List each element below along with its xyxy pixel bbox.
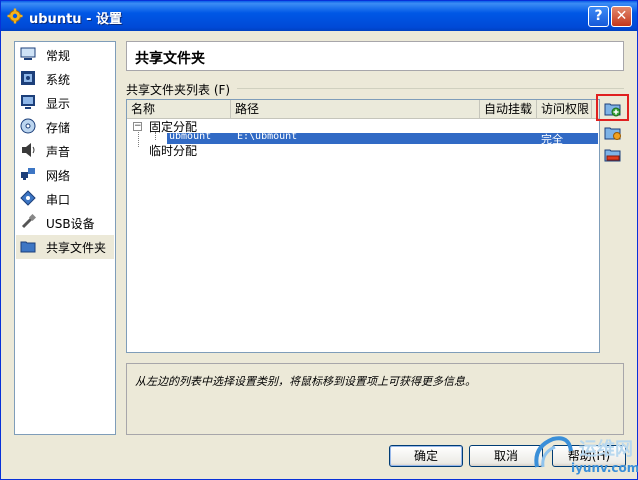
watermark: 运维网 iyunv.com [531,433,638,479]
sidebar-item-audio[interactable]: 声音 [16,139,114,163]
tree-connector [138,132,139,147]
sidebar-item-system[interactable]: 系统 [16,67,114,91]
title-close-button[interactable]: ✕ [611,6,632,27]
column-header-path[interactable]: 路径 [231,100,480,118]
shared-folder-icon [20,241,36,253]
system-icon [21,71,35,85]
sidebar-item-serial-port[interactable]: 串口 [16,187,114,211]
column-header-auto-mount[interactable]: 自动挂载 [480,100,537,118]
shared-folder-list-label: 共享文件夹列表 (F) [126,83,231,97]
group-divider [237,88,624,89]
info-text: 从左边的列表中选择设置类别，将鼠标移到设置项上可获得更多信息。 [135,375,476,388]
gear-icon [7,8,23,24]
add-shared-folder-icon[interactable] [604,101,622,117]
table-row[interactable] [167,133,598,144]
audio-icon [22,143,35,157]
info-panel: 从左边的列表中选择设置类别，将鼠标移到设置项上可获得更多信息。 [126,363,624,435]
title-help-button[interactable]: ? [588,6,609,27]
row-name: ubmount [169,131,212,142]
sidebar-item-network[interactable]: 网络 [16,163,114,187]
watermark-text: 运维网 [579,439,633,460]
remove-shared-folder-icon[interactable] [604,147,622,163]
page-title: 共享文件夹 [135,51,205,67]
row-access: 完全 [541,133,563,146]
watermark-logo-icon [534,436,573,468]
settings-window: ubuntu - 设置 ? ✕ 常规 系统 显示 存储 声音 网络 串口 USB… [0,0,638,480]
column-header-name[interactable]: 名称 [127,100,231,118]
serial-port-icon [20,190,36,206]
sidebar-item-display[interactable]: 显示 [16,91,114,115]
row-path: E:\ubmount [237,131,298,142]
sidebar-item-shared-folders[interactable]: 共享文件夹 [16,235,114,259]
group-temporary[interactable]: 临时分配 [149,142,197,159]
tree-expander[interactable]: − [133,122,142,131]
sidebar-item-general[interactable]: 常规 [16,43,114,67]
column-header-access[interactable]: 访问权限 [537,100,592,118]
general-icon [20,47,36,60]
usb-icon [21,214,36,229]
sidebar-item-storage[interactable]: 存储 [16,115,114,139]
page-header: 共享文件夹 [126,41,624,71]
edit-shared-folder-icon[interactable] [604,125,622,141]
storage-icon [20,118,36,134]
window-title: ubuntu - 设置 [29,12,122,27]
display-icon [21,95,35,109]
title-bar[interactable]: ubuntu - 设置 ? ✕ [1,1,637,31]
tree-header: 名称 路径 自动挂载 访问权限 [127,100,599,119]
ok-button[interactable]: 确定 [389,445,463,467]
watermark-domain: iyunv.com [571,461,638,475]
network-icon [21,168,35,180]
settings-category-list: 常规 系统 显示 存储 声音 网络 串口 USB设备 共享文件夹 [14,41,116,435]
sidebar-item-usb[interactable]: USB设备 [16,211,114,235]
